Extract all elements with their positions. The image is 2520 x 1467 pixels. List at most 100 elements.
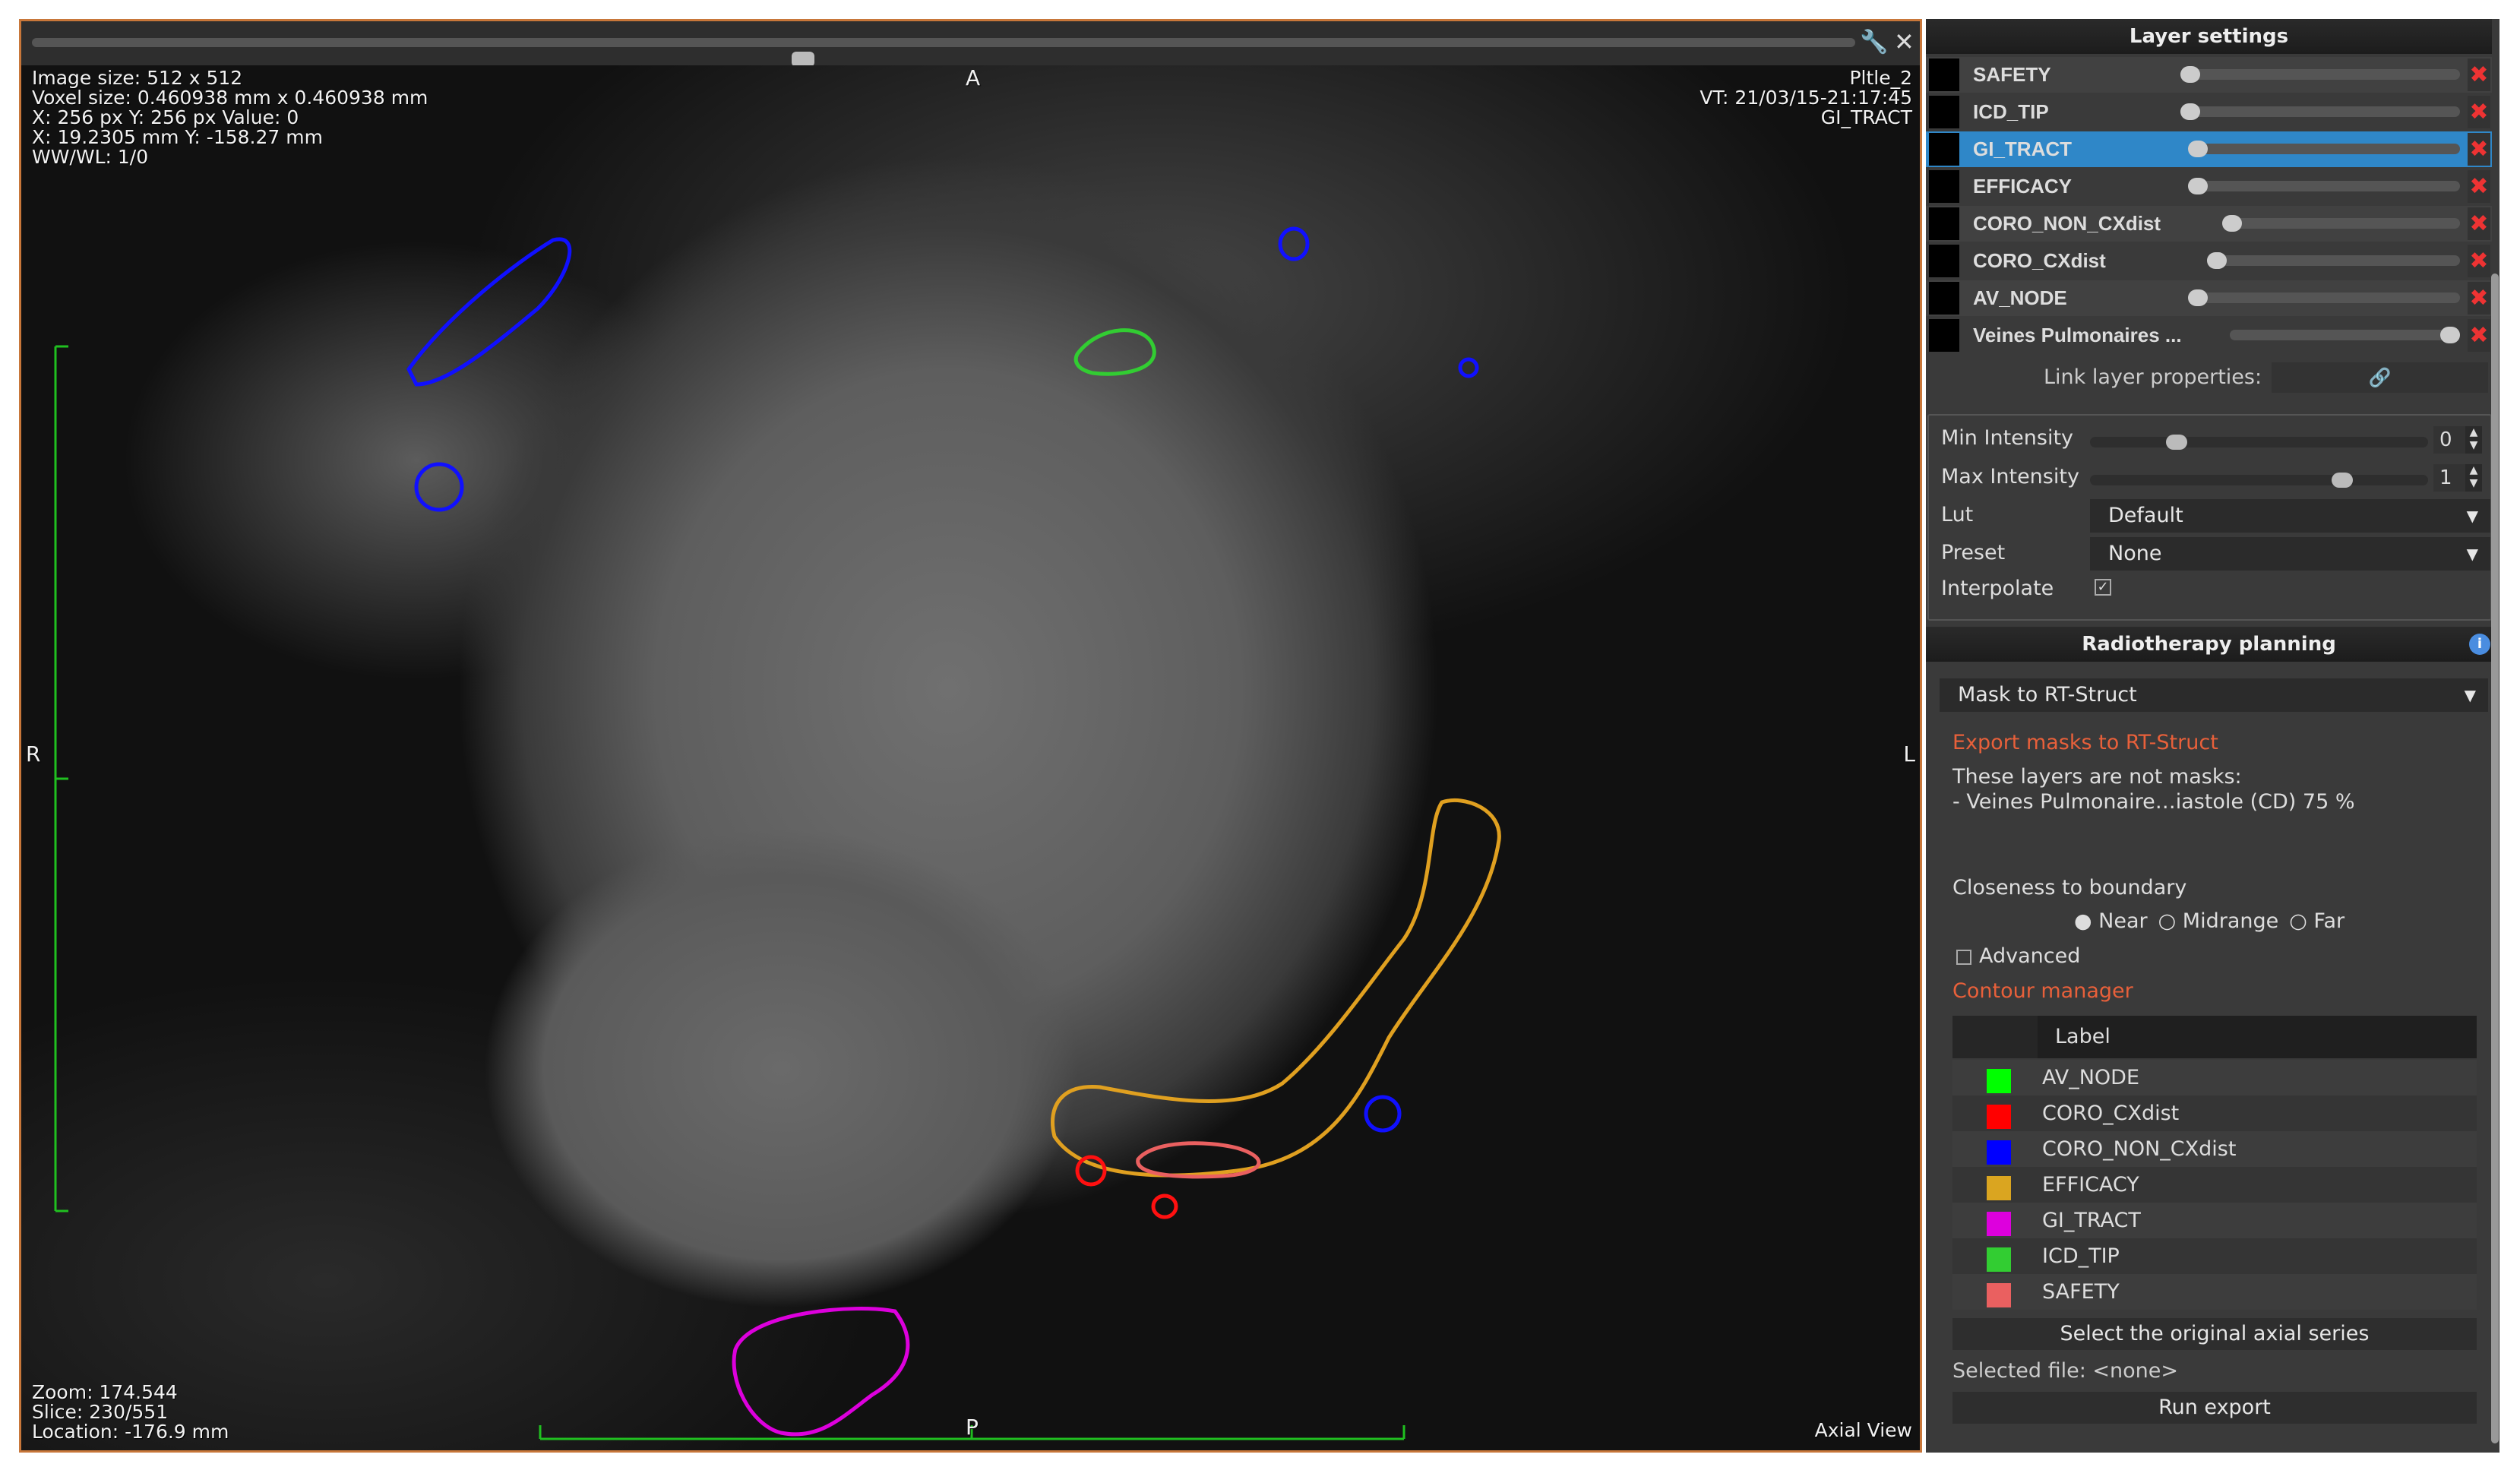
layer-opacity-slider[interactable] <box>2230 327 2460 343</box>
radio-near[interactable]: ● Near <box>2074 909 2148 933</box>
contour-row[interactable]: GI_TRACT <box>1952 1203 2477 1238</box>
viewer-toolbar: 🔧 ✕ <box>21 21 1920 67</box>
slice-slider-handle[interactable] <box>792 52 814 67</box>
layer-row[interactable]: SAFETY ✖ <box>1926 57 2492 93</box>
link-layer-label: Link layer properties: <box>2044 365 2262 389</box>
radio-label: Midrange <box>2182 909 2279 933</box>
color-swatch[interactable] <box>1987 1283 2011 1307</box>
slider-handle[interactable] <box>2222 215 2242 232</box>
layer-opacity-slider[interactable] <box>2180 103 2460 120</box>
contour-label: AV_NODE <box>2042 1066 2140 1089</box>
slider-handle[interactable] <box>2180 103 2200 120</box>
image-viewer[interactable]: 🔧 ✕ Image size: 512 x 512 Voxel size: 0.… <box>19 19 1922 1453</box>
info-line: Image size: 512 x 512 <box>32 67 243 89</box>
contour-row[interactable]: SAFETY <box>1952 1274 2477 1310</box>
remove-layer-icon[interactable]: ✖ <box>2468 319 2490 352</box>
column-header-label[interactable]: Label <box>2055 1016 2111 1058</box>
layer-opacity-slider[interactable] <box>2222 215 2460 232</box>
export-title: Export masks to RT-Struct <box>1952 731 2218 754</box>
color-swatch[interactable] <box>1987 1140 2011 1165</box>
slider-handle[interactable] <box>2207 252 2227 269</box>
select-series-button[interactable]: Select the original axial series <box>1952 1318 2477 1350</box>
layer-name: Veines Pulmonaires ... <box>1973 324 2182 346</box>
contour-label: CORO_NON_CXdist <box>2042 1137 2237 1161</box>
view-name: Axial View <box>1814 1419 1912 1441</box>
remove-layer-icon[interactable]: ✖ <box>2468 245 2490 277</box>
remove-layer-icon[interactable]: ✖ <box>2468 96 2490 128</box>
advanced-checkbox[interactable] <box>1956 950 1971 965</box>
advanced-label: Advanced <box>1979 944 2081 968</box>
layer-row[interactable]: AV_NODE ✖ <box>1926 280 2492 316</box>
layer-row[interactable]: CORO_NON_CXdist ✖ <box>1926 206 2492 242</box>
chevron-down-icon: ▼ <box>2464 686 2476 704</box>
radio-far[interactable]: ○ Far <box>2289 909 2345 933</box>
rt-mode-dropdown[interactable]: Mask to RT-Struct ▼ <box>1940 678 2488 712</box>
wrench-icon[interactable]: 🔧 <box>1860 29 1888 55</box>
closeness-label: Closeness to boundary <box>1952 876 2187 899</box>
layer-thumbnail <box>1929 133 1959 166</box>
layer-opacity-slider[interactable] <box>2180 66 2460 83</box>
closeness-radio-group: ● Near ○ Midrange ○ Far <box>2074 909 2345 933</box>
preset-dropdown[interactable]: None ▼ <box>2090 537 2490 571</box>
contour-gi-tract <box>732 1307 910 1437</box>
slider-handle[interactable] <box>2180 66 2200 83</box>
layer-name: GI_TRACT <box>1973 138 2072 160</box>
max-intensity-spinbox[interactable]: 1 ▲ ▼ <box>2433 464 2482 492</box>
radio-midrange[interactable]: ○ Midrange <box>2158 909 2279 933</box>
remove-layer-icon[interactable]: ✖ <box>2468 207 2490 240</box>
info-icon[interactable]: i <box>2469 634 2490 655</box>
layer-opacity-slider[interactable] <box>2207 252 2460 269</box>
color-swatch[interactable] <box>1987 1176 2011 1200</box>
close-icon[interactable]: ✕ <box>1894 27 1915 56</box>
color-swatch[interactable] <box>1987 1212 2011 1236</box>
info-line: WW/WL: 1/0 <box>32 146 149 168</box>
ct-image[interactable] <box>21 65 1920 1450</box>
contour-row[interactable]: ICD_TIP <box>1952 1238 2477 1274</box>
contour-row[interactable]: EFFICACY <box>1952 1167 2477 1203</box>
slider-handle[interactable] <box>2188 141 2208 157</box>
slider-handle[interactable] <box>2166 435 2187 450</box>
link-icon[interactable]: 🔗 <box>2272 362 2488 393</box>
contour-row[interactable]: CORO_NON_CXdist <box>1952 1131 2477 1167</box>
preset-label: Preset <box>1941 541 2006 564</box>
slice-slider[interactable] <box>32 38 1855 67</box>
layer-row[interactable]: GI_TRACT ✖ <box>1926 131 2492 167</box>
slider-handle[interactable] <box>2188 178 2208 194</box>
remove-layer-icon[interactable]: ✖ <box>2468 170 2490 203</box>
interpolate-checkbox[interactable]: ✓ <box>2095 579 2111 596</box>
spin-arrows-icon[interactable]: ▲ ▼ <box>2465 464 2482 492</box>
color-swatch[interactable] <box>1987 1069 2011 1093</box>
layer-opacity-slider[interactable] <box>2188 141 2460 157</box>
color-swatch[interactable] <box>1987 1247 2011 1272</box>
layer-thumbnail <box>1929 319 1959 352</box>
panel-scrollbar[interactable] <box>2491 273 2499 1443</box>
chevron-down-icon: ▼ <box>2466 507 2478 525</box>
max-intensity-slider[interactable] <box>2090 473 2428 488</box>
orientation-top: A <box>966 65 981 90</box>
contour-row[interactable]: AV_NODE <box>1952 1060 2477 1096</box>
lut-dropdown[interactable]: Default ▼ <box>2090 499 2490 533</box>
spin-arrows-icon[interactable]: ▲ ▼ <box>2465 426 2482 454</box>
remove-layer-icon[interactable]: ✖ <box>2468 133 2490 166</box>
layer-row[interactable]: Veines Pulmonaires ... ✖ <box>1926 318 2492 353</box>
contour-row[interactable]: CORO_CXdist <box>1952 1096 2477 1131</box>
layer-row[interactable]: ICD_TIP ✖ <box>1926 94 2492 130</box>
remove-layer-icon[interactable]: ✖ <box>2468 58 2490 91</box>
slider-handle[interactable] <box>2332 473 2353 488</box>
intensity-group: Min Intensity 0 ▲ ▼ Max Intensity 1 ▲ ▼ Lut … <box>1927 414 2492 621</box>
max-intensity-value: 1 <box>2439 466 2452 489</box>
layer-opacity-slider[interactable] <box>2188 289 2460 306</box>
run-export-button[interactable]: Run export <box>1952 1392 2477 1424</box>
layer-row[interactable]: CORO_CXdist ✖ <box>1926 243 2492 279</box>
remove-layer-icon[interactable]: ✖ <box>2468 282 2490 315</box>
layer-row[interactable]: EFFICACY ✖ <box>1926 169 2492 204</box>
slice-info: Zoom: 174.544 Slice: 230/551 Location: -… <box>32 1383 229 1442</box>
radio-label: Near <box>2098 909 2148 933</box>
slider-handle[interactable] <box>2188 289 2208 306</box>
slider-handle[interactable] <box>2440 327 2460 343</box>
color-swatch[interactable] <box>1987 1105 2011 1129</box>
min-intensity-slider[interactable] <box>2090 435 2428 450</box>
min-intensity-spinbox[interactable]: 0 ▲ ▼ <box>2433 426 2482 454</box>
layer-opacity-slider[interactable] <box>2188 178 2460 194</box>
orientation-bottom: P <box>966 1415 979 1440</box>
